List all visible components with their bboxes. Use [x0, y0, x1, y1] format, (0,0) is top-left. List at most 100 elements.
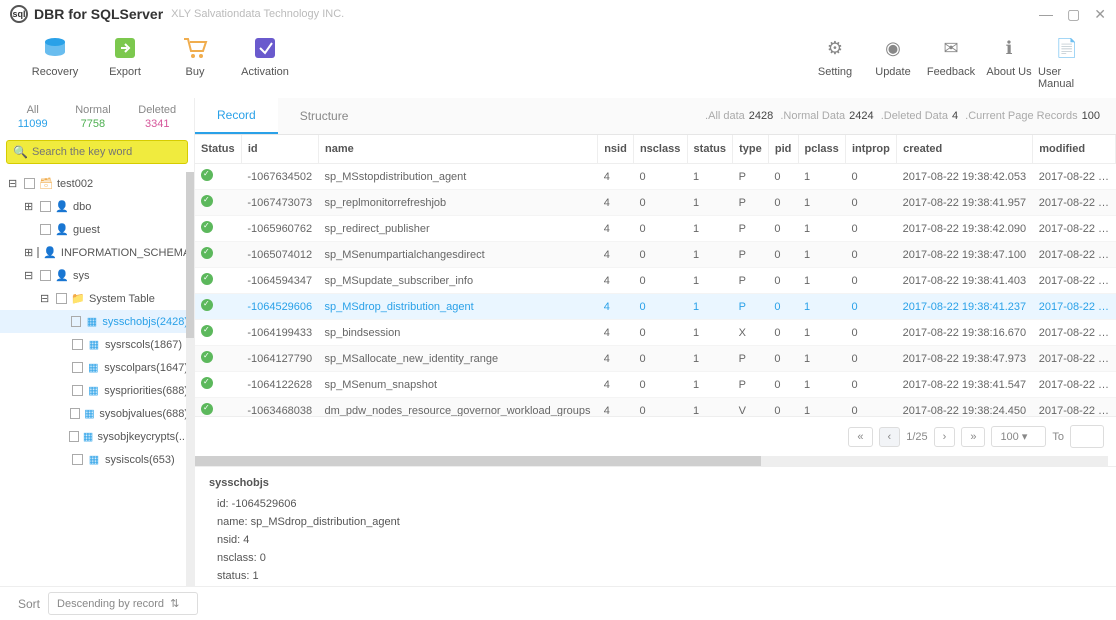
tree-item[interactable]: ▦syspriorities(688)	[0, 379, 194, 402]
tree-checkbox[interactable]	[72, 339, 83, 350]
tree-item[interactable]: ▦sysiscols(653)	[0, 448, 194, 471]
expand-icon[interactable]: ⊞	[24, 200, 36, 213]
buy-button[interactable]: Buy	[160, 34, 230, 78]
setting-icon: ⚙	[821, 34, 849, 62]
user-icon: 👤	[43, 246, 57, 259]
pager-first[interactable]: «	[848, 427, 872, 447]
tree-checkbox[interactable]	[69, 431, 78, 442]
export-button[interactable]: Export	[90, 34, 160, 78]
table-icon: ▦	[85, 315, 98, 328]
minimize-button[interactable]: —	[1039, 6, 1053, 23]
col-name[interactable]: name	[318, 135, 597, 164]
tree-item[interactable]: ⊟📁System Table	[0, 287, 194, 310]
col-id[interactable]: id	[241, 135, 318, 164]
pager-next[interactable]: ›	[934, 427, 956, 447]
col-type[interactable]: type	[733, 135, 769, 164]
col-pclass[interactable]: pclass	[798, 135, 845, 164]
tree-item[interactable]: ▦sysobjkeycrypts(...	[0, 425, 194, 448]
pager-to-input[interactable]	[1070, 425, 1104, 448]
table-row[interactable]: -1064127790sp_MSallocate_new_identity_ra…	[195, 346, 1116, 372]
table-icon: ▦	[87, 384, 101, 397]
status-ok-icon	[201, 299, 213, 311]
tree-checkbox[interactable]	[40, 224, 51, 235]
tree-checkbox[interactable]	[72, 362, 83, 373]
tree-checkbox[interactable]	[71, 316, 81, 327]
sort-label: Sort	[18, 597, 40, 611]
manual-button[interactable]: 📄User Manual	[1038, 34, 1096, 90]
table-icon: ▦	[84, 407, 96, 420]
horizontal-scrollbar[interactable]	[195, 456, 1108, 466]
detail-line: status: 1	[209, 567, 1102, 585]
expand-icon[interactable]: ⊟	[8, 177, 20, 190]
tree-checkbox[interactable]	[37, 247, 39, 258]
tree-item[interactable]: ▦syscolpars(1647)	[0, 356, 194, 379]
expand-icon[interactable]: ⊞	[24, 246, 33, 259]
table-row[interactable]: -1067473073sp_replmonitorrefreshjob401P0…	[195, 190, 1116, 216]
page-size-select[interactable]: 100 ▾	[991, 426, 1046, 447]
col-modified[interactable]: modified	[1033, 135, 1116, 164]
tree-item[interactable]: ⊟👤sys	[0, 264, 194, 287]
col-nsid[interactable]: nsid	[598, 135, 634, 164]
table-icon: ▦	[87, 453, 101, 466]
tree-checkbox[interactable]	[72, 454, 83, 465]
col-status[interactable]: status	[687, 135, 733, 164]
tree-item[interactable]: ▦sysschobjs(2428)	[0, 310, 194, 333]
update-button[interactable]: ◉Update	[864, 34, 922, 90]
tree-item[interactable]: ▦sysrscols(1867)	[0, 333, 194, 356]
tree-checkbox[interactable]	[40, 201, 51, 212]
tree-checkbox[interactable]	[56, 293, 67, 304]
records-table[interactable]: Statusidnamensidnsclassstatustypepidpcla…	[195, 135, 1116, 416]
setting-button[interactable]: ⚙Setting	[806, 34, 864, 90]
about-icon: ℹ	[995, 34, 1023, 62]
sort-select[interactable]: Descending by record ⇅	[48, 592, 198, 615]
tree-checkbox[interactable]	[24, 178, 35, 189]
recovery-icon	[41, 34, 69, 62]
tree-label: test002	[57, 178, 93, 190]
maximize-button[interactable]: ▢	[1067, 6, 1080, 23]
table-row[interactable]: -1063468038dm_pdw_nodes_resource_governo…	[195, 398, 1116, 417]
recovery-button[interactable]: Recovery	[20, 34, 90, 78]
pager-last[interactable]: »	[961, 427, 985, 447]
table-row[interactable]: -1064122628sp_MSenum_snapshot401P0102017…	[195, 372, 1116, 398]
search-input[interactable]	[32, 146, 181, 158]
tree-checkbox[interactable]	[40, 270, 51, 281]
tree-item[interactable]: ⊞👤dbo	[0, 195, 194, 218]
tab-structure[interactable]: Structure	[278, 99, 371, 133]
tree-checkbox[interactable]	[72, 385, 83, 396]
table-row[interactable]: -1064529606sp_MSdrop_distribution_agent4…	[195, 294, 1116, 320]
feedback-button[interactable]: ✉Feedback	[922, 34, 980, 90]
stat-all[interactable]: All 11099	[18, 104, 48, 130]
col-status[interactable]: Status	[195, 135, 241, 164]
expand-icon[interactable]: ⊟	[24, 269, 36, 282]
detail-line: name: sp_MSdrop_distribution_agent	[209, 513, 1102, 531]
table-row[interactable]: -1067634502sp_MSstopdistribution_agent40…	[195, 164, 1116, 190]
tree-label: INFORMATION_SCHEMA	[61, 247, 190, 259]
col-nsclass[interactable]: nsclass	[633, 135, 687, 164]
close-button[interactable]: ✕	[1094, 6, 1106, 23]
tree-item[interactable]: ▦sysobjvalues(688)	[0, 402, 194, 425]
search-box[interactable]: 🔍	[6, 140, 188, 164]
tree-item[interactable]: ⊟🗃test002	[0, 172, 194, 195]
user-icon: 👤	[55, 200, 69, 213]
table-icon: ▦	[87, 361, 101, 374]
tree-checkbox[interactable]	[70, 408, 80, 419]
tree-item[interactable]: 👤guest	[0, 218, 194, 241]
table-row[interactable]: -1065960762sp_redirect_publisher401P0102…	[195, 216, 1116, 242]
about-button[interactable]: ℹAbout Us	[980, 34, 1038, 90]
tree-item[interactable]: ⊞ 👤 INFORMATION_SCHEMA	[0, 241, 194, 264]
table-row[interactable]: -1065074012sp_MSenumpartialchangesdirect…	[195, 242, 1116, 268]
col-created[interactable]: created	[897, 135, 1033, 164]
tab-record[interactable]: Record	[195, 98, 278, 134]
expand-icon[interactable]: ⊟	[40, 292, 52, 305]
stat-normal[interactable]: Normal 7758	[75, 104, 110, 130]
table-row[interactable]: -1064594347sp_MSupdate_subscriber_info40…	[195, 268, 1116, 294]
col-pid[interactable]: pid	[768, 135, 798, 164]
sidebar-scrollbar[interactable]	[186, 172, 194, 586]
stat-deleted[interactable]: Deleted 3341	[138, 104, 176, 130]
tree-label: sysobjkeycrypts(...	[98, 431, 188, 443]
table-row[interactable]: -1064199433sp_bindsession401X0102017-08-…	[195, 320, 1116, 346]
table-icon: ▦	[87, 338, 101, 351]
activation-button[interactable]: Activation	[230, 34, 300, 78]
pager-prev[interactable]: ‹	[879, 427, 901, 447]
col-intprop[interactable]: intprop	[845, 135, 896, 164]
